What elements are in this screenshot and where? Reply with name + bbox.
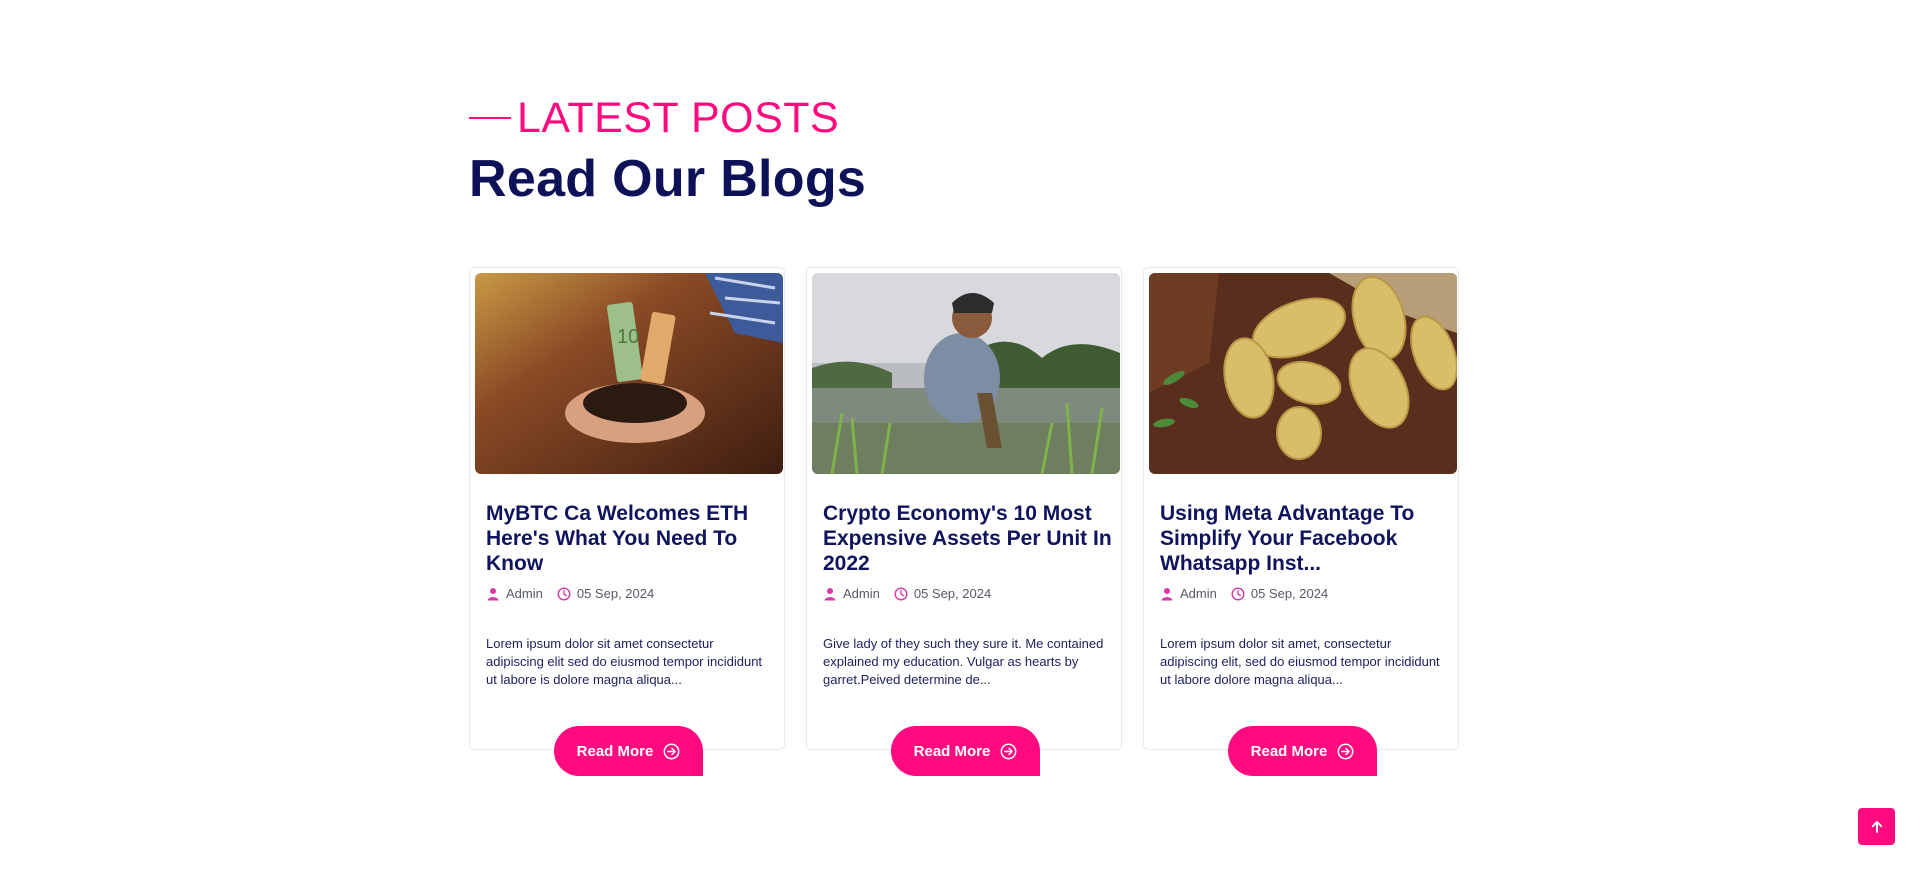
post-date: 05 Sep, 2024 <box>576 586 655 601</box>
clock-icon <box>557 586 571 601</box>
read-more-label: Read More <box>1250 742 1328 760</box>
read-more-button[interactable]: Read More <box>554 726 703 776</box>
post-image[interactable] <box>1149 273 1457 474</box>
arrow-up-icon <box>1870 820 1884 834</box>
potatoes-image <box>1149 273 1457 474</box>
section-header: LATEST POSTS Read Our Blogs <box>469 92 866 212</box>
post-date: 05 Sep, 2024 <box>913 586 992 601</box>
post-date: 05 Sep, 2024 <box>1250 586 1329 601</box>
post-author[interactable]: Admin <box>506 586 543 601</box>
clock-icon <box>1231 586 1245 601</box>
section-eyebrow: LATEST POSTS <box>469 92 866 144</box>
post-excerpt: Give lady of they such they sure it. Me … <box>823 636 1104 687</box>
eyebrow-text: LATEST POSTS <box>517 94 840 142</box>
blog-card: Crypto Economy's 10 Most Expensive Asset… <box>806 267 1122 776</box>
read-more-label: Read More <box>576 742 654 760</box>
blog-cards: 10 MyBTC Ca Welcomes ETH Here's What You… <box>469 267 1459 776</box>
post-image[interactable] <box>812 273 1120 474</box>
post-meta: Admin 05 Sep, 2024 <box>486 586 654 601</box>
user-icon <box>823 587 837 601</box>
post-excerpt: Lorem ipsum dolor sit amet consectetur a… <box>486 636 763 687</box>
post-title[interactable]: Crypto Economy's 10 Most Expensive Asset… <box>823 501 1113 576</box>
scroll-to-top-button[interactable] <box>1858 808 1895 845</box>
arrow-circle-right-icon <box>1000 743 1017 760</box>
arrow-circle-right-icon <box>663 743 680 760</box>
read-more-button[interactable]: Read More <box>1228 726 1377 776</box>
post-author[interactable]: Admin <box>1180 586 1217 601</box>
section-heading: Read Our Blogs <box>469 150 867 208</box>
blog-card: Using Meta Advantage To Simplify Your Fa… <box>1143 267 1459 776</box>
post-author[interactable]: Admin <box>843 586 880 601</box>
svg-text:10: 10 <box>617 326 639 348</box>
arrow-circle-right-icon <box>1337 743 1354 760</box>
blog-card: 10 MyBTC Ca Welcomes ETH Here's What You… <box>469 267 785 776</box>
post-image[interactable]: 10 <box>475 273 783 474</box>
user-icon <box>486 587 500 601</box>
post-excerpt: Lorem ipsum dolor sit amet, consectetur … <box>1160 636 1440 687</box>
clock-icon <box>894 586 908 601</box>
read-more-label: Read More <box>913 742 991 760</box>
post-meta: Admin 05 Sep, 2024 <box>1160 586 1328 601</box>
eyebrow-dash <box>469 117 511 119</box>
post-meta: Admin 05 Sep, 2024 <box>823 586 991 601</box>
post-title[interactable]: MyBTC Ca Welcomes ETH Here's What You Ne… <box>486 501 776 576</box>
read-more-button[interactable]: Read More <box>891 726 1040 776</box>
post-title[interactable]: Using Meta Advantage To Simplify Your Fa… <box>1160 501 1450 576</box>
farmer-rice-field-image <box>812 273 1120 474</box>
user-icon <box>1160 587 1174 601</box>
hands-soil-money-image: 10 <box>475 273 783 474</box>
